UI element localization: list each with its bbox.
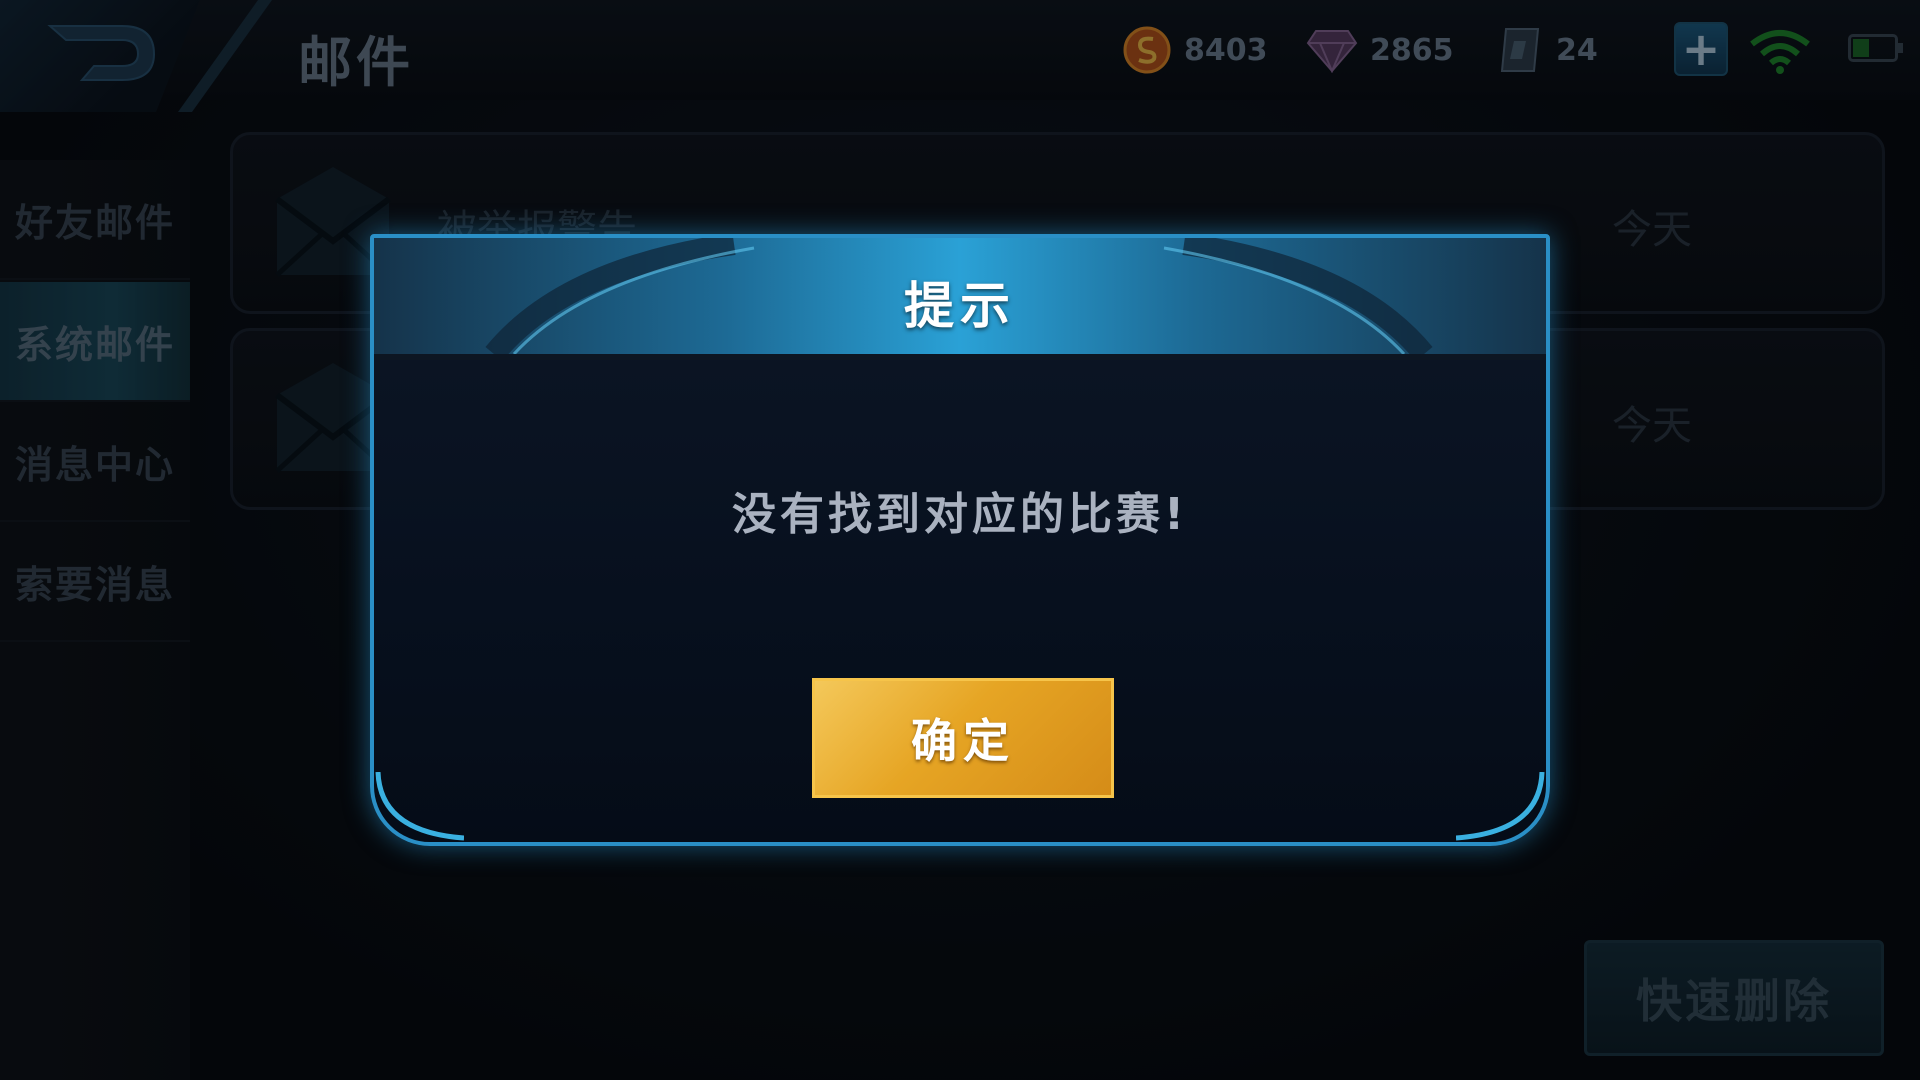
dialog-header: 提示 <box>374 238 1546 360</box>
dialog-corner-right <box>1456 772 1545 841</box>
dialog-message: 没有找到对应的比赛! <box>731 489 1189 540</box>
dialog-corner-left <box>375 772 464 841</box>
mail-screen: 邮件 8403 2865 24 + 好友邮件 系统邮件 消息中心 索要消息 被举… <box>0 0 1920 1080</box>
confirm-button[interactable]: 确定 <box>812 678 1114 798</box>
dialog-title: 提示 <box>904 277 1016 335</box>
alert-dialog: 提示 没有找到对应的比赛! 确定 <box>370 234 1550 846</box>
